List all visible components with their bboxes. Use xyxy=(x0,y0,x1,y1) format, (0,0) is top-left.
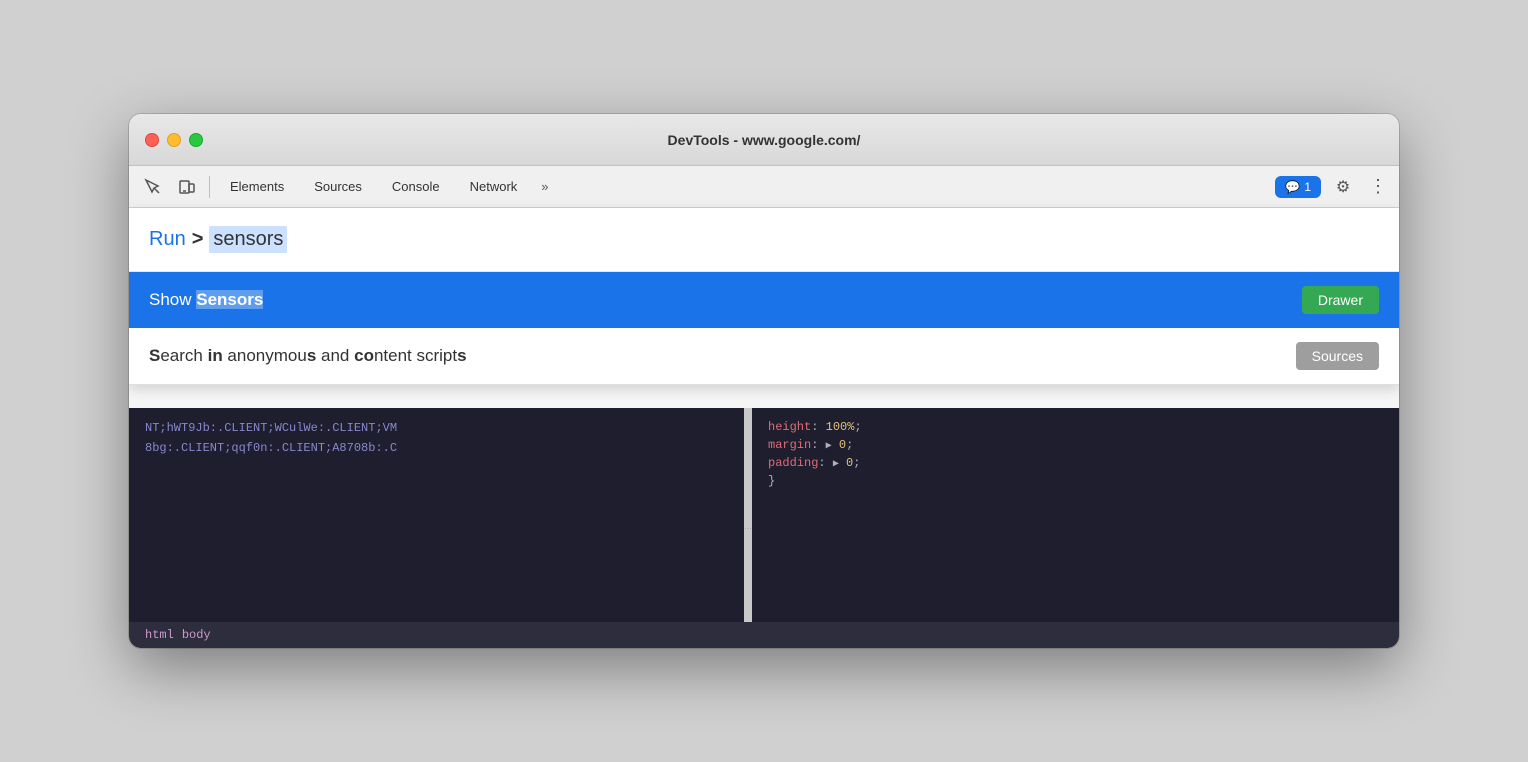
panel-resize-handle[interactable]: ··· xyxy=(744,408,752,648)
match-s3: s xyxy=(457,346,466,365)
traffic-lights xyxy=(145,133,203,147)
breadcrumb-body[interactable]: body xyxy=(182,628,211,642)
devtools-window: DevTools - www.google.com/ Elements Sour… xyxy=(129,114,1399,648)
toolbar: Elements Sources Console Network » 💬 1 ⚙… xyxy=(129,166,1399,208)
feedback-count: 1 xyxy=(1304,180,1311,194)
devtools-panel: Elements Sources Console Network » 💬 1 ⚙… xyxy=(129,166,1399,648)
code-line-1: NT;hWT9Jb:.CLIENT;WCulWe:.CLIENT;VM xyxy=(129,418,744,438)
command-result-text-1: Show Sensors xyxy=(149,290,1302,310)
breadcrumb-html[interactable]: html xyxy=(145,628,174,642)
main-content: Run > sensors Show Sensors Drawer xyxy=(129,208,1399,648)
tab-elements[interactable]: Elements xyxy=(216,173,298,200)
css-padding-line: padding: ▶ 0; xyxy=(768,454,1383,472)
match-s: S xyxy=(149,346,160,365)
match-s2: s xyxy=(307,346,316,365)
resize-dots: ··· xyxy=(744,524,752,533)
titlebar: DevTools - www.google.com/ xyxy=(129,114,1399,166)
command-input-row: Run > sensors xyxy=(129,208,1399,271)
match-co: co xyxy=(354,346,374,365)
command-result-show-sensors[interactable]: Show Sensors Drawer xyxy=(129,272,1399,328)
command-arrow: > xyxy=(192,228,204,251)
command-tag-drawer: Drawer xyxy=(1302,286,1379,314)
right-panel: height: 100%; margin: ▶ 0; padding: ▶ 0;… xyxy=(752,408,1399,648)
tab-network[interactable]: Network xyxy=(456,173,532,200)
device-icon[interactable] xyxy=(171,171,203,203)
command-result-search-scripts[interactable]: Search in anonymous and content scripts … xyxy=(129,328,1399,384)
more-tabs-button[interactable]: » xyxy=(533,175,556,198)
toolbar-divider xyxy=(209,176,210,198)
feedback-icon: 💬 xyxy=(1285,180,1300,194)
minimize-button[interactable] xyxy=(167,133,181,147)
css-margin-line: margin: ▶ 0; xyxy=(768,436,1383,454)
toolbar-right: 💬 1 ⚙ ⋮ xyxy=(1275,171,1391,203)
command-palette: Run > sensors Show Sensors Drawer xyxy=(129,208,1399,385)
command-run-label: Run xyxy=(149,228,186,251)
code-line-2: 8bg:.CLIENT;qqf0n:.CLIENT;A8708b:.C xyxy=(129,438,744,458)
command-query-text[interactable]: sensors xyxy=(209,226,287,253)
css-brace-close: } xyxy=(768,472,1383,490)
command-tag-sources: Sources xyxy=(1296,342,1379,370)
maximize-button[interactable] xyxy=(189,133,203,147)
command-results: Show Sensors Drawer Search in anonymous … xyxy=(129,271,1399,384)
command-result-text-2: Search in anonymous and content scripts xyxy=(149,346,1296,366)
feedback-badge[interactable]: 💬 1 xyxy=(1275,176,1321,198)
settings-icon[interactable]: ⚙ xyxy=(1327,171,1359,203)
close-button[interactable] xyxy=(145,133,159,147)
match-sensors: Sensors xyxy=(196,290,263,309)
tab-console[interactable]: Console xyxy=(378,173,454,200)
window-title: DevTools - www.google.com/ xyxy=(668,132,861,148)
tab-sources[interactable]: Sources xyxy=(300,173,376,200)
left-panel: NT;hWT9Jb:.CLIENT;WCulWe:.CLIENT;VM 8bg:… xyxy=(129,408,744,648)
breadcrumb-container: html body xyxy=(129,622,1399,648)
breadcrumb-bar: html body xyxy=(129,622,1399,648)
more-options-icon[interactable]: ⋮ xyxy=(1365,172,1391,201)
inspect-icon[interactable] xyxy=(137,171,169,203)
css-height-line: height: 100%; xyxy=(768,418,1383,436)
match-in: in xyxy=(208,346,223,365)
